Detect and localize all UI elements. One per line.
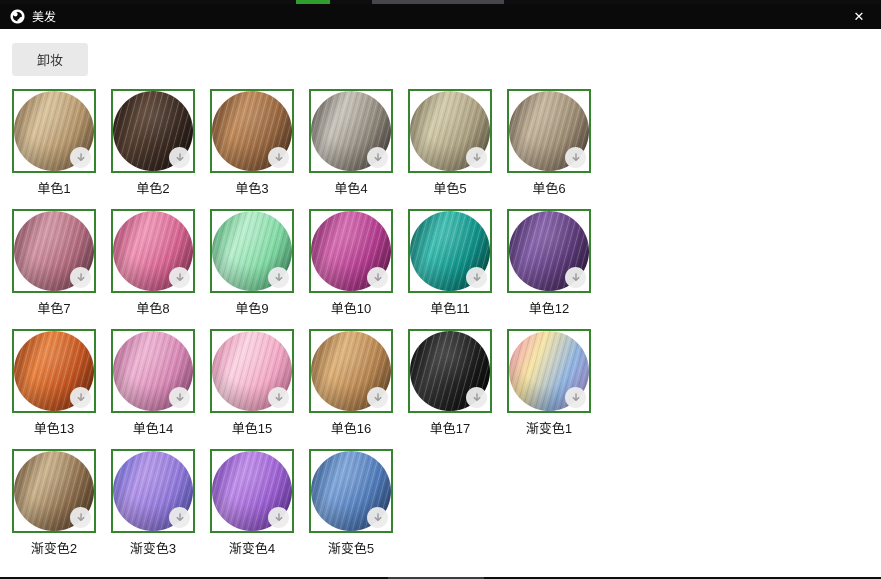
download-icon[interactable]	[70, 387, 91, 408]
hair-color-card[interactable]: 单色17	[408, 329, 492, 437]
hair-swatch[interactable]	[210, 329, 294, 413]
hair-color-card[interactable]: 单色6	[507, 89, 591, 197]
hair-color-label: 单色15	[210, 418, 294, 437]
hair-color-card[interactable]: 单色8	[111, 209, 195, 317]
download-icon[interactable]	[565, 267, 586, 288]
hair-color-label: 渐变色1	[507, 418, 591, 437]
hair-color-card[interactable]: 渐变色2	[12, 449, 96, 557]
hair-color-label: 单色9	[210, 298, 294, 317]
download-icon[interactable]	[466, 387, 487, 408]
hair-swatch[interactable]	[408, 329, 492, 413]
hair-color-label: 单色8	[111, 298, 195, 317]
close-icon[interactable]: ✕	[847, 4, 871, 29]
hair-color-label: 单色2	[111, 178, 195, 197]
dialog-title: 美发	[32, 8, 56, 25]
hair-color-label: 单色14	[111, 418, 195, 437]
remove-makeup-button[interactable]: 卸妆	[12, 43, 88, 76]
download-icon[interactable]	[268, 507, 289, 528]
download-icon[interactable]	[268, 147, 289, 168]
dialog-body: 卸妆 单色1 单色2	[0, 29, 881, 577]
hair-swatch[interactable]	[309, 209, 393, 293]
hair-color-label: 单色17	[408, 418, 492, 437]
hair-color-card[interactable]: 单色15	[210, 329, 294, 437]
hair-swatch[interactable]	[210, 89, 294, 173]
hair-style-dialog: 美发 ✕ 卸妆 单色1 单色2	[0, 4, 881, 577]
hair-color-card[interactable]: 单色2	[111, 89, 195, 197]
hair-color-card[interactable]: 单色1	[12, 89, 96, 197]
hair-color-grid: 单色1 单色2 单色3	[12, 89, 869, 557]
hair-color-label: 渐变色5	[309, 538, 393, 557]
hair-color-label: 单色3	[210, 178, 294, 197]
hair-swatch[interactable]	[309, 329, 393, 413]
hair-swatch[interactable]	[408, 209, 492, 293]
hair-color-label: 单色13	[12, 418, 96, 437]
dialog-titlebar[interactable]: 美发 ✕	[0, 4, 881, 29]
hair-color-card[interactable]: 单色13	[12, 329, 96, 437]
download-icon[interactable]	[466, 267, 487, 288]
download-icon[interactable]	[565, 387, 586, 408]
hair-color-label: 单色1	[12, 178, 96, 197]
hair-swatch[interactable]	[309, 89, 393, 173]
hair-swatch[interactable]	[12, 209, 96, 293]
hair-swatch[interactable]	[507, 209, 591, 293]
obs-logo-icon	[10, 9, 25, 24]
hair-swatch[interactable]	[12, 329, 96, 413]
download-icon[interactable]	[70, 147, 91, 168]
hair-color-label: 单色5	[408, 178, 492, 197]
hair-color-card[interactable]: 单色9	[210, 209, 294, 317]
download-icon[interactable]	[268, 387, 289, 408]
hair-color-card[interactable]: 单色12	[507, 209, 591, 317]
hair-swatch[interactable]	[111, 449, 195, 533]
download-icon[interactable]	[70, 507, 91, 528]
hair-color-card[interactable]: 单色4	[309, 89, 393, 197]
hair-color-label: 单色16	[309, 418, 393, 437]
hair-color-card[interactable]: 单色5	[408, 89, 492, 197]
download-icon[interactable]	[565, 147, 586, 168]
download-icon[interactable]	[367, 387, 388, 408]
hair-color-label: 渐变色2	[12, 538, 96, 557]
hair-color-label: 单色6	[507, 178, 591, 197]
hair-swatch[interactable]	[507, 329, 591, 413]
hair-color-card[interactable]: 渐变色4	[210, 449, 294, 557]
hair-color-label: 单色4	[309, 178, 393, 197]
hair-color-label: 渐变色3	[111, 538, 195, 557]
hair-color-card[interactable]: 单色7	[12, 209, 96, 317]
hair-swatch[interactable]	[210, 449, 294, 533]
hair-color-card[interactable]: 渐变色5	[309, 449, 393, 557]
download-icon[interactable]	[367, 507, 388, 528]
hair-swatch[interactable]	[12, 89, 96, 173]
hair-swatch[interactable]	[309, 449, 393, 533]
hair-swatch[interactable]	[210, 209, 294, 293]
hair-swatch[interactable]	[111, 89, 195, 173]
hair-swatch[interactable]	[111, 329, 195, 413]
hair-swatch[interactable]	[12, 449, 96, 533]
download-icon[interactable]	[169, 147, 190, 168]
download-icon[interactable]	[268, 267, 289, 288]
download-icon[interactable]	[169, 387, 190, 408]
download-icon[interactable]	[466, 147, 487, 168]
hair-color-card[interactable]: 单色14	[111, 329, 195, 437]
hair-swatch[interactable]	[408, 89, 492, 173]
hair-color-label: 单色7	[12, 298, 96, 317]
download-icon[interactable]	[367, 267, 388, 288]
hair-color-card[interactable]: 单色16	[309, 329, 393, 437]
hair-color-label: 渐变色4	[210, 538, 294, 557]
hair-color-card[interactable]: 单色10	[309, 209, 393, 317]
hair-swatch[interactable]	[111, 209, 195, 293]
download-icon[interactable]	[169, 267, 190, 288]
download-icon[interactable]	[70, 267, 91, 288]
hair-swatch[interactable]	[507, 89, 591, 173]
hair-color-card[interactable]: 单色3	[210, 89, 294, 197]
hair-color-label: 单色12	[507, 298, 591, 317]
hair-color-label: 单色11	[408, 298, 492, 317]
download-icon[interactable]	[169, 507, 190, 528]
download-icon[interactable]	[367, 147, 388, 168]
hair-color-label: 单色10	[309, 298, 393, 317]
hair-color-card[interactable]: 渐变色3	[111, 449, 195, 557]
hair-color-card[interactable]: 渐变色1	[507, 329, 591, 437]
hair-color-card[interactable]: 单色11	[408, 209, 492, 317]
